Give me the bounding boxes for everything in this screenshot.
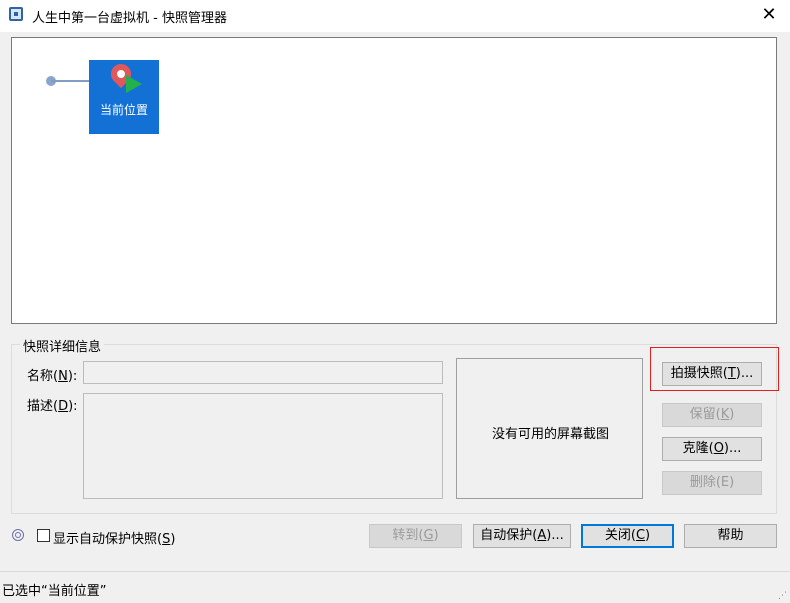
status-bar: 已选中“当前位置” ⋰ <box>0 571 790 603</box>
no-screenshot-text: 没有可用的屏幕截图 <box>491 427 609 442</box>
name-field[interactable] <box>83 361 443 384</box>
resize-grip-icon[interactable]: ⋰ <box>778 592 787 601</box>
delete-button[interactable]: 删除(E) <box>662 471 762 495</box>
clone-button[interactable]: 克隆(O)... <box>662 437 762 461</box>
vm-app-icon <box>9 7 23 21</box>
node-label: 当前位置 <box>99 103 148 117</box>
keep-button[interactable]: 保留(K) <box>662 403 762 427</box>
title-bar: 人生中第一台虚拟机 - 快照管理器 ✕ <box>0 0 790 32</box>
status-text: 已选中“当前位置” <box>2 584 107 599</box>
screenshot-preview: 没有可用的屏幕截图 <box>456 358 643 499</box>
description-label: 描述(D): <box>27 399 78 414</box>
group-title: 快照详细信息 <box>20 336 105 355</box>
description-field[interactable] <box>83 393 443 499</box>
snapshot-tree[interactable]: 当前位置 <box>11 37 777 324</box>
close-button[interactable]: 关闭(C) <box>581 524 674 548</box>
autoprotect-button[interactable]: 自动保护(A)... <box>473 524 571 548</box>
current-position-node[interactable]: 当前位置 <box>89 59 159 134</box>
autoprotect-icon <box>12 529 24 541</box>
goto-button[interactable]: 转到(G) <box>369 524 462 548</box>
take-snapshot-button[interactable]: 拍摄快照(T)... <box>662 362 762 386</box>
window-title: 人生中第一台虚拟机 - 快照管理器 <box>32 11 227 26</box>
name-label: 名称(N): <box>27 369 78 384</box>
play-icon <box>126 75 142 93</box>
show-autoprotect-checkbox[interactable] <box>37 529 50 542</box>
help-button[interactable]: 帮助 <box>684 524 777 548</box>
show-autoprotect-label[interactable]: 显示自动保护快照(S) <box>53 528 175 547</box>
close-icon[interactable]: ✕ <box>756 2 782 28</box>
